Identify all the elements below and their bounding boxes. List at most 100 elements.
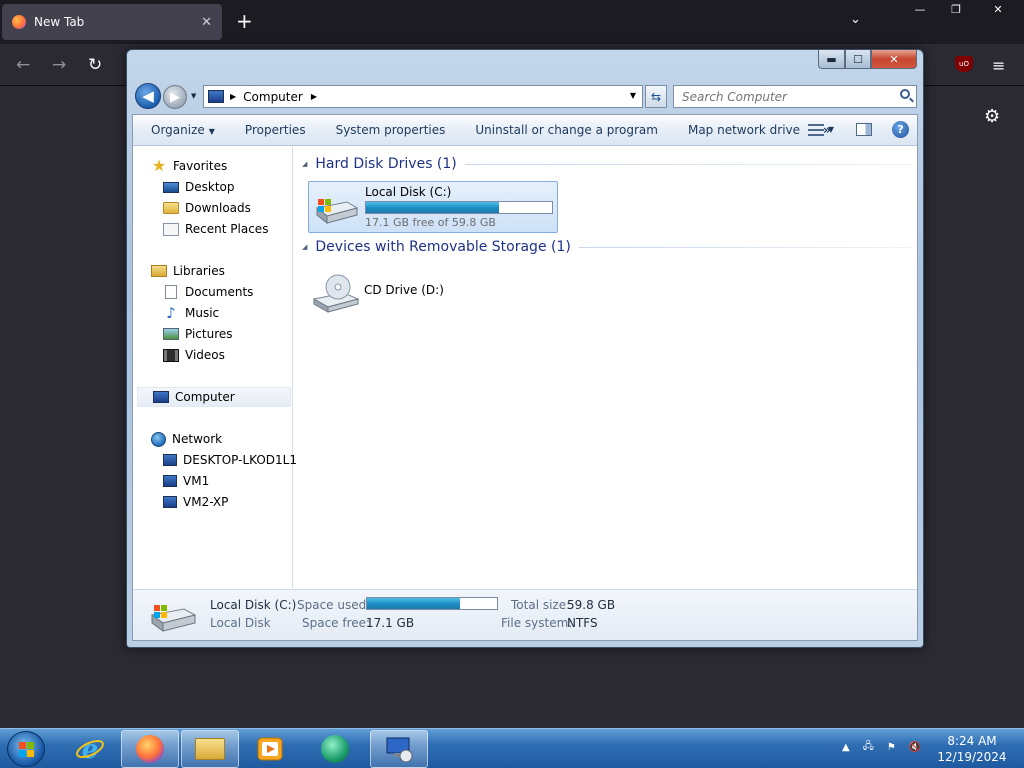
reload-icon[interactable]: ↻ bbox=[88, 56, 102, 74]
address-dropdown-icon[interactable]: ▼ bbox=[630, 91, 636, 100]
help-icon[interactable]: ? bbox=[892, 121, 909, 138]
refresh-button[interactable]: ⇆ bbox=[645, 85, 667, 108]
collapse-toggle-icon[interactable]: ◢ bbox=[302, 160, 307, 168]
group-header-hard-disk-drives[interactable]: ◢ Hard Disk Drives (1) bbox=[302, 156, 912, 172]
volume-muted-icon[interactable]: 🔇 bbox=[909, 742, 921, 753]
network-icon bbox=[151, 431, 166, 447]
organize-button[interactable]: Organize ▼ bbox=[133, 123, 230, 137]
sidebar-item-vm1[interactable]: VM1 bbox=[163, 471, 209, 491]
breadcrumb-separator-icon[interactable]: ▶ bbox=[311, 92, 317, 101]
breadcrumb-separator-icon[interactable]: ▶ bbox=[230, 92, 236, 101]
clock-date: 12/19/2024 bbox=[937, 750, 1007, 764]
clock[interactable]: 8:24 AM 12/19/2024 bbox=[930, 733, 1014, 765]
taskbar: e ▲ 🖧 ⚑ 🔇 8:24 AM 12/19/2024 bbox=[0, 728, 1024, 768]
views-dropdown-icon[interactable]: ▼ bbox=[828, 125, 834, 134]
sidebar-item-music[interactable]: ♪ Music bbox=[163, 303, 219, 323]
drive-usage-fill bbox=[366, 202, 499, 213]
ublock-icon[interactable]: uO bbox=[955, 56, 973, 72]
sidebar-item-downloads[interactable]: Downloads bbox=[163, 198, 251, 218]
menu-icon[interactable]: ≡ bbox=[992, 56, 1005, 75]
sidebar-item-videos[interactable]: Videos bbox=[163, 345, 225, 365]
address-bar[interactable]: ▶ Computer ▶ ▼ bbox=[203, 85, 643, 108]
computer-icon bbox=[208, 90, 224, 103]
sidebar-item-pictures[interactable]: Pictures bbox=[163, 324, 233, 344]
details-drive-type: Local Disk bbox=[210, 616, 271, 630]
sidebar-item-computer[interactable]: Computer bbox=[137, 387, 291, 407]
forward-icon[interactable]: → bbox=[52, 56, 66, 74]
firefox-icon bbox=[12, 15, 26, 29]
sidebar-item-recent-places[interactable]: Recent Places bbox=[163, 219, 268, 239]
map-network-drive-button[interactable]: Map network drive bbox=[673, 123, 815, 137]
media-player-icon[interactable] bbox=[241, 730, 299, 768]
search-input[interactable] bbox=[682, 89, 882, 104]
clock-time: 8:24 AM bbox=[947, 734, 997, 748]
change-view-icon[interactable] bbox=[807, 123, 824, 136]
system-properties-button[interactable]: System properties bbox=[321, 123, 461, 137]
app-icon bbox=[321, 735, 349, 763]
new-tab-button[interactable]: + bbox=[236, 10, 253, 32]
content-pane: ◢ Hard Disk Drives (1) Local Disk (C:) 1… bbox=[294, 147, 917, 588]
gear-icon[interactable]: ⚙ bbox=[984, 106, 1000, 127]
preview-pane-icon[interactable] bbox=[856, 123, 872, 136]
forward-button[interactable]: ▶ bbox=[163, 85, 187, 109]
sidebar-item-network[interactable]: Network bbox=[151, 429, 222, 449]
search-icon[interactable] bbox=[900, 89, 910, 99]
network-computer-icon bbox=[163, 454, 177, 466]
total-size-label: Total size: bbox=[511, 598, 571, 612]
drive-tile-local-disk-c[interactable]: Local Disk (C:) 17.1 GB free of 59.8 GB bbox=[308, 181, 558, 233]
sidebar-item-label: Downloads bbox=[185, 201, 251, 215]
back-icon[interactable]: ← bbox=[16, 56, 30, 74]
pictures-icon bbox=[163, 328, 179, 340]
tab-title: New Tab bbox=[34, 15, 85, 29]
firefox-icon[interactable] bbox=[121, 730, 179, 768]
recent-pages-dropdown-icon[interactable]: ▼ bbox=[191, 92, 196, 100]
collapse-toggle-icon[interactable]: ◢ bbox=[302, 243, 307, 251]
space-used-label: Space used: bbox=[297, 598, 371, 612]
minimize-button[interactable]: ▬ bbox=[818, 50, 845, 69]
properties-button[interactable]: Properties bbox=[230, 123, 321, 137]
uninstall-program-button[interactable]: Uninstall or change a program bbox=[460, 123, 673, 137]
list-all-tabs-icon[interactable]: ⌄ bbox=[850, 12, 861, 27]
sidebar-item-desktop-lkod1l1[interactable]: DESKTOP-LKOD1L1 bbox=[163, 450, 297, 470]
internet-explorer-icon[interactable]: e bbox=[61, 730, 119, 768]
network-computer-icon bbox=[163, 475, 177, 487]
group-title: Hard Disk Drives (1) bbox=[315, 156, 457, 172]
back-button[interactable]: ◀ bbox=[135, 83, 161, 109]
explorer-client-area: Organize ▼ Properties System properties U… bbox=[132, 114, 918, 641]
minimize-button[interactable]: — bbox=[902, 0, 938, 18]
breadcrumb-computer[interactable]: Computer bbox=[243, 90, 303, 104]
explorer-window: ▬ ☐ ✕ ◀ ▶ ▼ ▶ Computer ▶ ▼ ⇆ Organize▼ P… bbox=[126, 49, 924, 648]
maximize-button[interactable]: ☐ bbox=[845, 50, 871, 69]
network-icon[interactable]: 🖧 bbox=[863, 739, 874, 756]
remote-desktop-icon[interactable] bbox=[370, 730, 428, 768]
details-usage-fill bbox=[367, 598, 460, 609]
group-header-removable-storage[interactable]: ◢ Devices with Removable Storage (1) bbox=[302, 239, 912, 255]
videos-icon bbox=[163, 348, 179, 362]
network-computer-icon bbox=[163, 496, 177, 508]
sidebar-item-vm2-xp[interactable]: VM2-XP bbox=[163, 492, 228, 512]
app-icon[interactable] bbox=[306, 730, 364, 768]
address-row: ◀ ▶ ▼ ▶ Computer ▶ ▼ ⇆ bbox=[135, 81, 917, 111]
restore-button[interactable]: ❐ bbox=[938, 0, 974, 18]
group-divider bbox=[464, 163, 912, 165]
windows-start-icon[interactable] bbox=[7, 731, 45, 767]
action-center-flag-icon[interactable]: ⚑ bbox=[887, 742, 896, 753]
sidebar-item-documents[interactable]: Documents bbox=[163, 282, 253, 302]
hard-drive-icon bbox=[315, 199, 359, 224]
total-size-value: 59.8 GB bbox=[567, 598, 616, 612]
close-button[interactable]: ✕ bbox=[974, 0, 1022, 18]
file-system-value: NTFS bbox=[567, 616, 598, 630]
sidebar-item-favorites[interactable]: ★ Favorites bbox=[151, 156, 227, 176]
show-hidden-icons-icon[interactable]: ▲ bbox=[842, 742, 850, 753]
tab-close-icon[interactable]: ✕ bbox=[201, 15, 212, 30]
drive-tile-cd-drive-d[interactable]: CD Drive (D:) bbox=[308, 265, 508, 315]
firefox-icon bbox=[136, 735, 164, 763]
firefox-tab-new-tab[interactable]: New Tab ✕ bbox=[2, 4, 222, 40]
close-button[interactable]: ✕ bbox=[871, 50, 917, 69]
sidebar-item-libraries[interactable]: Libraries bbox=[151, 261, 225, 281]
desktop-icon bbox=[163, 181, 179, 193]
command-bar: Organize ▼ Properties System properties U… bbox=[133, 115, 917, 146]
sidebar-item-desktop[interactable]: Desktop bbox=[163, 177, 235, 197]
sidebar-item-label: VM2-XP bbox=[183, 495, 229, 509]
file-explorer-icon[interactable] bbox=[181, 730, 239, 768]
